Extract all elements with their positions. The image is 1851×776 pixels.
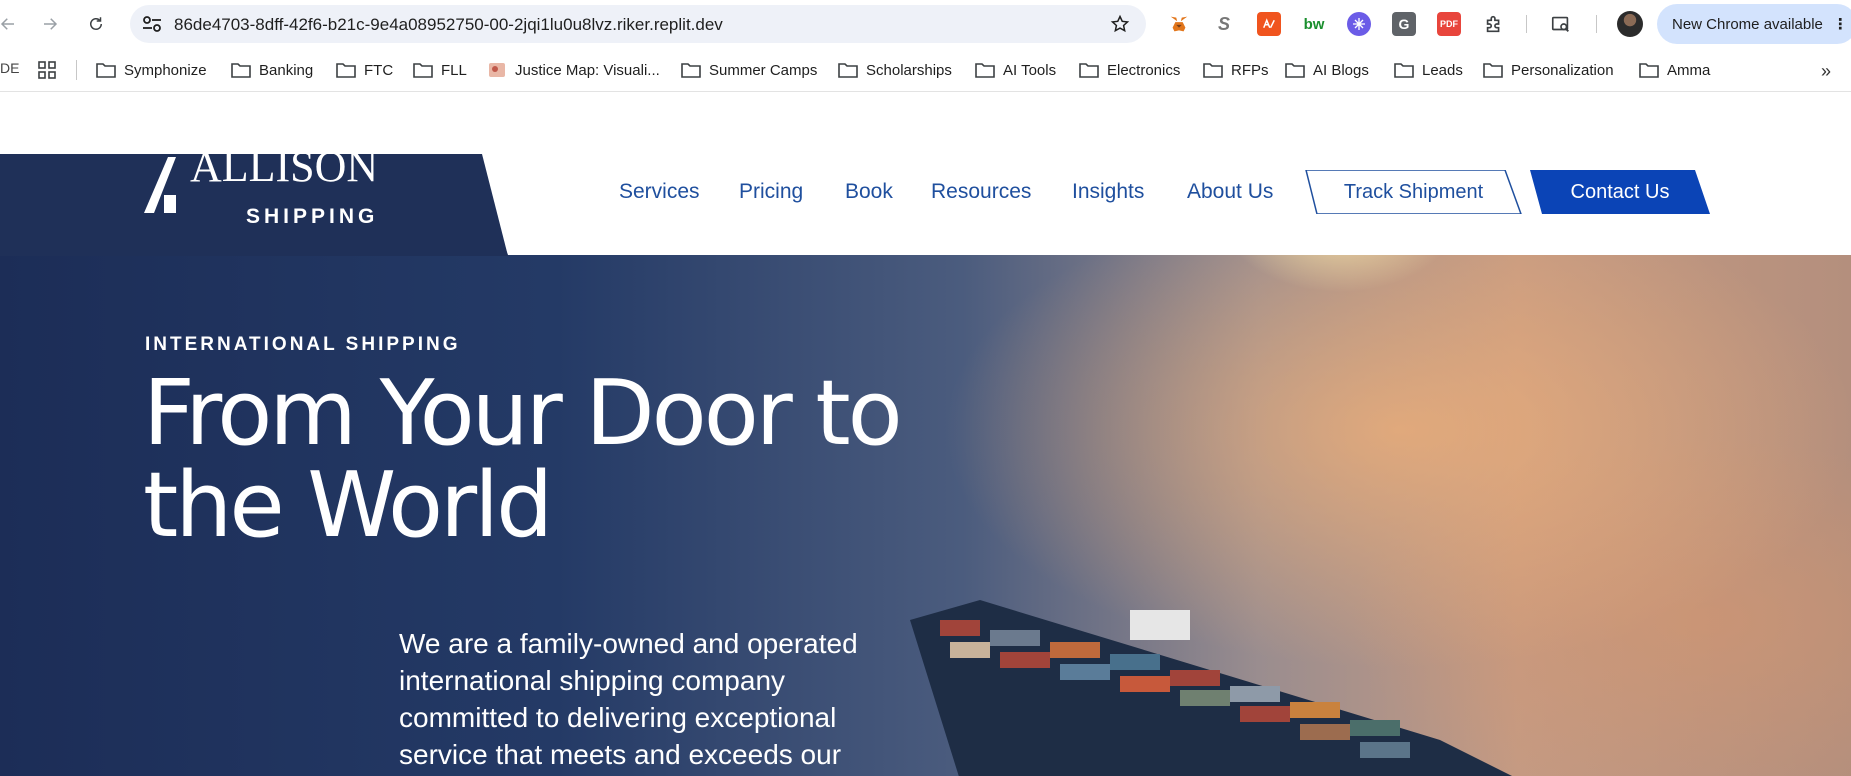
toolbar-separator [1526,15,1527,33]
chrome-update-button[interactable]: New Chrome available ⋮ [1657,4,1851,44]
apps-grid-icon[interactable] [38,61,56,79]
nav-insights[interactable]: Insights [1072,180,1144,204]
bookmark-star-icon[interactable] [1110,14,1130,34]
bookmark-item[interactable]: Personalization [1483,60,1614,80]
bookmark-item[interactable]: Banking [231,60,313,80]
hero-headline: From Your Door to the World [143,368,1003,552]
puzzle-icon[interactable] [1482,12,1506,36]
bookmark-label: Justice Map: Visuali... [515,61,660,79]
tab-search-icon[interactable] [1549,12,1573,36]
bookmark-item[interactable]: AI Blogs [1285,60,1369,80]
back-icon[interactable] [0,12,20,36]
folder-icon [231,62,259,78]
bookmark-item[interactable]: Scholarships [838,60,952,80]
folder-icon [413,62,441,78]
pdf-tool-icon[interactable] [1257,12,1281,36]
hero-headline-line-1: From Your Door to [143,361,903,466]
bookmark-label: FLL [441,61,467,79]
update-label: New Chrome available [1672,15,1823,33]
folder-icon [1394,62,1422,78]
url-text[interactable]: 86de4703-8dff-42f6-b21c-9e4a08952750-00-… [174,15,723,35]
folder-icon [336,62,364,78]
logo-subtitle: SHIPPING [246,205,379,228]
logo-wordmark[interactable]: ALLISON [190,145,378,189]
browser-toolbar: 86de4703-8dff-42f6-b21c-9e4a08952750-00-… [0,0,1851,48]
reload-icon[interactable] [84,12,108,36]
kebab-menu-icon[interactable]: ⋮ [1833,15,1848,33]
track-shipment-label: Track Shipment [1343,180,1484,203]
nav-about-us[interactable]: About Us [1187,180,1273,204]
nav-resources[interactable]: Resources [931,180,1031,204]
folder-icon [1079,62,1107,78]
folder-icon [1483,62,1511,78]
pdf-icon[interactable]: PDF [1437,12,1461,36]
nav-services[interactable]: Services [619,180,700,204]
bookmark-item[interactable]: Electronics [1079,60,1180,80]
bookmark-label: Amma [1667,61,1711,79]
track-shipment-button[interactable]: Track Shipment [1305,170,1522,214]
bookmark-item[interactable]: RFPs [1203,60,1269,80]
metamask-icon[interactable] [1167,12,1191,36]
toolbar-separator [1596,15,1597,33]
folder-icon [1203,62,1231,78]
bookmark-label: FTC [364,61,394,79]
contact-us-label: Contact Us [1570,180,1670,203]
folder-icon [1639,62,1667,78]
contact-us-button[interactable]: Contact Us [1530,170,1710,214]
bookmark-item[interactable]: Leads [1394,60,1463,80]
bookmarks-separator [76,60,77,80]
s-extension-icon[interactable]: S [1212,12,1236,36]
nav-pricing[interactable]: Pricing [739,180,803,204]
profile-avatar[interactable] [1617,11,1643,37]
forward-icon[interactable] [38,12,62,36]
bookmark-item[interactable]: Justice Map: Visuali... [487,60,660,80]
nav-book[interactable]: Book [845,180,893,204]
bw-icon[interactable]: bw [1302,12,1326,36]
bookmark-label: AI Blogs [1313,61,1369,79]
bookmark-favicon-icon [487,62,515,78]
more-bookmarks-icon[interactable]: » [1821,61,1831,82]
bookmark-label: Leads [1422,61,1463,79]
bookmark-label: Electronics [1107,61,1181,79]
bookmark-item[interactable]: Symphonize [96,60,207,80]
bookmark-item[interactable]: AI Tools [975,60,1056,80]
site-settings-icon[interactable] [142,15,162,33]
bookmark-item[interactable]: FTC [336,60,393,80]
hero-headline-line-2: the World [143,453,553,558]
bookmark-label: Personalization [1511,61,1614,79]
folder-icon [681,62,709,78]
container-ship-image [910,600,1512,776]
bookmark-label: Banking [259,61,314,79]
folder-icon [975,62,1003,78]
bookmark-item[interactable]: FLL [413,60,467,80]
bookmark-label: RFPs [1231,61,1269,79]
bookmarks-bar: DE Symphonize Banking FTC FLL Justice Map: V… [0,48,1851,92]
bookmark-cutoff[interactable]: DE [0,60,19,76]
folder-icon [1285,62,1313,78]
web-page: ALLISON SHIPPING Services Pricing Book R… [0,93,1851,776]
bookmark-item[interactable]: Amma [1639,60,1710,80]
folder-icon [838,62,866,78]
bookmark-label: Symphonize [124,61,207,79]
allison-logo-mark[interactable] [144,157,184,213]
bookmark-label: Summer Camps [709,61,818,79]
g-icon[interactable]: G [1392,12,1416,36]
bookmark-label: AI Tools [1003,61,1057,79]
address-bar[interactable]: 86de4703-8dff-42f6-b21c-9e4a08952750-00-… [130,5,1146,43]
hero-body-text: We are a family-owned and operated inter… [399,628,858,770]
folder-icon [96,62,124,78]
bookmark-item[interactable]: Summer Camps [681,60,817,80]
hero-eyebrow: INTERNATIONAL SHIPPING [145,334,461,355]
bookmark-label: Scholarships [866,61,952,79]
snowflake-icon[interactable] [1347,12,1371,36]
